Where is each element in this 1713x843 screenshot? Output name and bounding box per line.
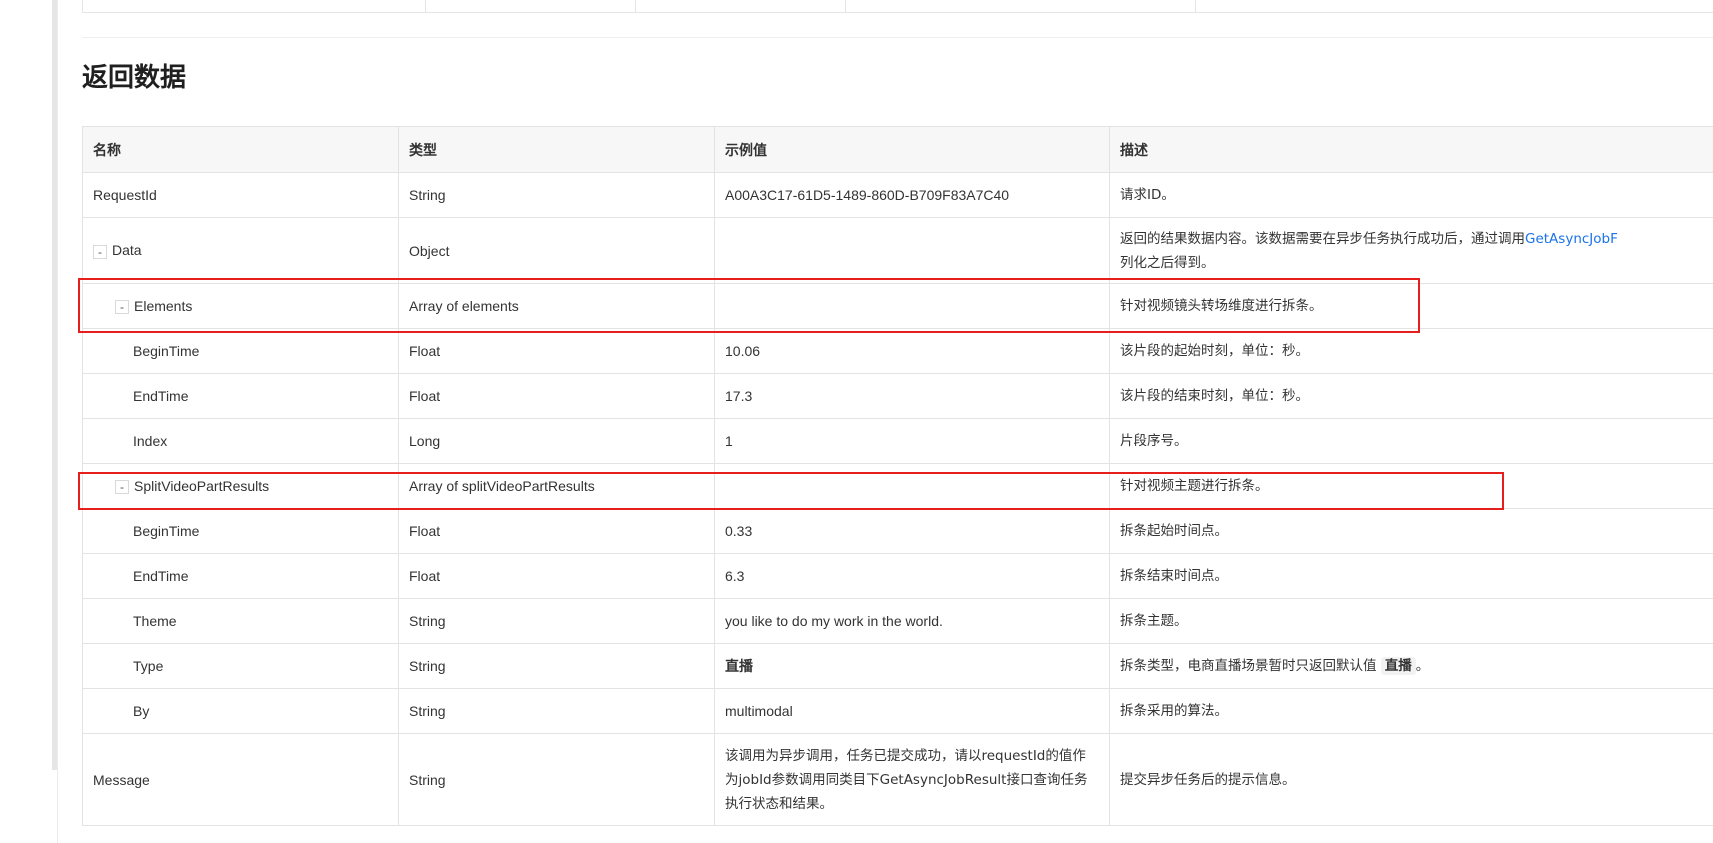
collapse-toggle[interactable]: - [115,480,129,495]
table-row: BeginTime Float 10.06 该片段的起始时刻，单位：秒。 [82,328,1713,374]
table-row: EndTime Float 6.3 拆条结束时间点。 [82,553,1713,599]
param-type: String [398,688,715,734]
param-example [714,283,1110,329]
param-name-cell: BeginTime [82,328,399,374]
section-divider [82,37,1713,38]
param-example: 17.3 [714,373,1110,419]
param-name: Elements [134,297,193,314]
table-row: Theme String you like to do my work in t… [82,598,1713,644]
param-name-cell: EndTime [82,553,399,599]
param-name: BeginTime [133,523,200,539]
param-example: 10.06 [714,328,1110,374]
param-example: 0.33 [714,508,1110,554]
table-row: BeginTime Float 0.33 拆条起始时间点。 [82,508,1713,554]
param-name-cell: - SplitVideoPartResults [82,463,399,509]
param-type: String [398,598,715,644]
param-name: SplitVideoPartResults [134,477,270,494]
api-link[interactable]: GetAsyncJobF [1525,231,1618,247]
param-example [714,217,1110,284]
table-row: By String multimodal 拆条采用的算法。 [82,688,1713,734]
table-row: Index Long 1 片段序号。 [82,418,1713,464]
collapse-toggle[interactable]: - [93,244,107,259]
param-type: Long [398,418,715,464]
param-desc: 该片段的结束时刻，单位：秒。 [1109,373,1713,419]
param-example [714,463,1110,509]
param-name: Data [112,242,142,259]
param-type: Object [398,217,715,284]
inline-code: 直播 [1380,657,1416,675]
param-name-cell: Theme [82,598,399,644]
param-desc: 提交异步任务后的提示信息。 [1109,733,1713,826]
param-name-cell: EndTime [82,373,399,419]
param-name-cell: - Elements [82,283,399,329]
table-row: RequestId String A00A3C17-61D5-1489-860D… [82,172,1713,218]
header-type: 类型 [398,126,715,173]
response-params-table: 名称 类型 示例值 描述 RequestId String A00A3C17-6… [82,126,1713,826]
param-name-cell: By [82,688,399,734]
param-example: 直播 [714,643,1110,689]
param-name: EndTime [133,568,189,584]
param-type: String [398,172,715,218]
param-desc: 返回的结果数据内容。该数据需要在异步任务执行成功后，通过调用GetAsyncJo… [1109,217,1713,284]
param-example: 1 [714,418,1110,464]
param-example: multimodal [714,688,1110,734]
param-desc: 拆条结束时间点。 [1109,553,1713,599]
param-type: Float [398,373,715,419]
header-name: 名称 [82,126,399,173]
param-desc: 请求ID。 [1109,172,1713,218]
table-row: Message String 该调用为异步调用，任务已提交成功，请以reques… [82,733,1713,826]
param-name: Type [133,658,164,674]
header-example: 示例值 [714,126,1110,173]
left-sidebar [0,0,58,843]
desc-text-end: 。 [1415,658,1430,674]
previous-table-bottom [82,0,1713,13]
param-name-cell: - Data [82,217,399,284]
collapse-toggle[interactable]: - [115,300,129,315]
header-desc: 描述 [1109,126,1713,173]
table-header-row: 名称 类型 示例值 描述 [82,126,1713,173]
param-desc: 拆条起始时间点。 [1109,508,1713,554]
param-name-cell: BeginTime [82,508,399,554]
param-type: String [398,643,715,689]
param-type: String [398,733,715,826]
table-row: EndTime Float 17.3 该片段的结束时刻，单位：秒。 [82,373,1713,419]
doc-page: 返回数据 名称 类型 示例值 描述 RequestId String A00A3… [0,0,1713,843]
table-row: - Elements Array of elements 针对视频镜头转场维度进行… [82,283,1713,329]
param-desc: 拆条主题。 [1109,598,1713,644]
param-example: you like to do my work in the world. [714,598,1110,644]
param-desc: 拆条采用的算法。 [1109,688,1713,734]
param-name: Message [82,733,399,826]
desc-text: 返回的结果数据内容。该数据需要在异步任务执行成功后，通过调用 [1120,230,1525,247]
param-name: BeginTime [133,343,200,359]
param-name-cell: Index [82,418,399,464]
param-type: Array of splitVideoPartResults [398,463,715,509]
param-desc: 片段序号。 [1109,418,1713,464]
sidebar-scrollbar[interactable] [52,0,57,770]
param-name: EndTime [133,388,189,404]
param-example: A00A3C17-61D5-1489-860D-B709F83A7C40 [714,172,1110,218]
param-name: By [133,703,150,719]
desc-text-cont: 列化之后得到。 [1120,254,1215,271]
param-type: Float [398,328,715,374]
param-desc: 针对视频镜头转场维度进行拆条。 [1109,283,1713,329]
section-title: 返回数据 [82,63,187,93]
param-type: Float [398,553,715,599]
param-name: RequestId [82,172,399,218]
table-row: - SplitVideoPartResults Array of splitVid… [82,463,1713,509]
param-name-cell: Type [82,643,399,689]
param-type: Array of elements [398,283,715,329]
param-type: Float [398,508,715,554]
desc-text: 拆条类型，电商直播场景暂时只返回默认值 [1120,658,1377,674]
param-desc: 针对视频主题进行拆条。 [1109,463,1713,509]
param-desc: 拆条类型，电商直播场景暂时只返回默认值 直播。 [1109,643,1713,689]
param-example: 6.3 [714,553,1110,599]
param-desc: 该片段的起始时刻，单位：秒。 [1109,328,1713,374]
param-name: Index [133,433,168,449]
param-example: 该调用为异步调用，任务已提交成功，请以requestId的值作为jobId参数调… [714,733,1110,826]
param-name: Theme [133,613,177,629]
table-row: - Data Object 返回的结果数据内容。该数据需要在异步任务执行成功后，通… [82,217,1713,284]
table-row: Type String 直播 拆条类型，电商直播场景暂时只返回默认值 直播。 [82,643,1713,689]
